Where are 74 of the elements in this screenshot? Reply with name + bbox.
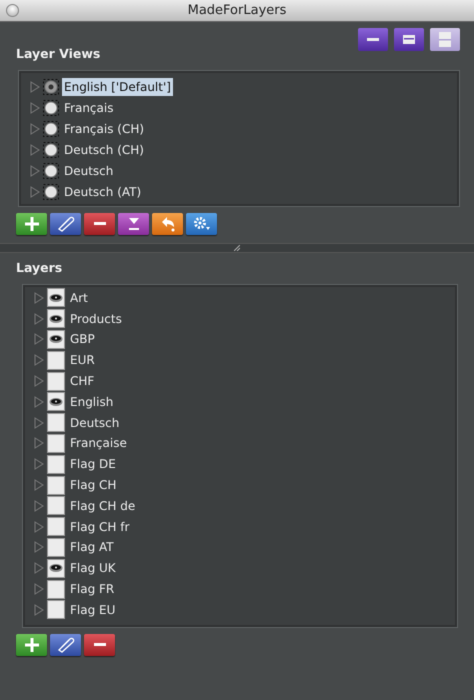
layer-name[interactable]: EUR	[68, 351, 97, 370]
restore-button[interactable]	[394, 28, 424, 51]
visibility-toggle[interactable]	[47, 392, 65, 412]
layer-name[interactable]: Flag FR	[68, 580, 116, 598]
radio-button[interactable]	[43, 121, 59, 138]
view-name[interactable]: English ['Default']	[62, 78, 173, 96]
view-name[interactable]: Deutsch	[62, 162, 116, 180]
layer-name[interactable]: Deutsch	[68, 414, 122, 432]
resize-handle-icon[interactable]	[234, 244, 240, 251]
section-title: Layer Views	[16, 45, 102, 63]
remove-button[interactable]	[84, 212, 115, 235]
expand-panel-icon	[439, 32, 451, 47]
remove-button[interactable]	[84, 634, 115, 656]
layer-name[interactable]: Française	[68, 434, 129, 452]
layer-name[interactable]: English	[68, 392, 116, 411]
layer-name[interactable]: Products	[68, 310, 124, 328]
pencil-icon	[56, 636, 74, 654]
eye-icon	[49, 396, 63, 407]
view-name[interactable]: Français (CH)	[62, 120, 146, 138]
visibility-toggle[interactable]	[47, 434, 65, 453]
visibility-toggle[interactable]	[47, 288, 65, 308]
minus-icon	[92, 222, 106, 226]
visibility-toggle[interactable]	[47, 558, 65, 578]
settings-button[interactable]	[186, 212, 217, 235]
layer-name[interactable]: Flag AT	[68, 538, 116, 556]
visibility-toggle[interactable]	[47, 413, 65, 432]
window-title: MadeForLayers	[188, 3, 286, 18]
visibility-toggle[interactable]	[47, 330, 65, 349]
visibility-toggle[interactable]	[47, 454, 65, 474]
visibility-toggle[interactable]	[47, 580, 65, 599]
edit-button[interactable]	[50, 212, 81, 235]
add-button[interactable]	[16, 634, 47, 656]
visibility-toggle[interactable]	[47, 476, 65, 495]
layer-name[interactable]: CHF	[68, 372, 96, 390]
visibility-toggle[interactable]	[47, 517, 65, 536]
layer-name[interactable]: Flag CH de	[68, 496, 138, 515]
view-name[interactable]: Deutsch (AT)	[62, 183, 144, 202]
visibility-toggle[interactable]	[47, 600, 65, 620]
visibility-toggle[interactable]	[47, 372, 65, 391]
layer-name[interactable]: Flag CH fr	[68, 518, 132, 536]
plus-icon	[22, 214, 40, 233]
radio-button[interactable]	[43, 142, 59, 158]
add-button[interactable]	[16, 212, 47, 235]
minus-icon	[92, 643, 106, 646]
eye-icon	[49, 334, 63, 344]
layer-name[interactable]: Art	[68, 288, 90, 307]
eye-icon	[49, 292, 63, 303]
window-button[interactable]	[6, 4, 19, 17]
layer-name[interactable]: Flag EU	[68, 600, 118, 619]
eye-icon	[49, 314, 63, 324]
collapse-bar-icon	[367, 38, 379, 41]
restore-panel-icon	[403, 35, 415, 44]
radio-button[interactable]	[43, 184, 59, 200]
layer-name[interactable]: GBP	[68, 330, 97, 348]
plus-icon	[22, 636, 40, 654]
radio-button[interactable]	[43, 100, 59, 116]
layer-name[interactable]: Flag CH	[68, 476, 118, 494]
visibility-toggle[interactable]	[47, 309, 65, 328]
eye-icon	[49, 563, 63, 574]
revert-button[interactable]	[152, 212, 183, 235]
view-name[interactable]: Français	[62, 99, 116, 118]
layer-name[interactable]: Flag UK	[68, 559, 118, 578]
section-title: Layers	[16, 258, 64, 277]
visibility-toggle[interactable]	[47, 538, 65, 557]
edit-button[interactable]	[50, 634, 81, 656]
merge-button[interactable]	[118, 212, 149, 235]
pencil-icon	[56, 214, 74, 233]
radio-button[interactable]	[43, 163, 59, 180]
visibility-toggle[interactable]	[47, 496, 65, 516]
layer-name[interactable]: Flag DE	[68, 455, 118, 474]
collapse-button[interactable]	[358, 28, 388, 51]
view-name[interactable]: Deutsch (CH)	[62, 141, 146, 160]
visibility-toggle[interactable]	[47, 350, 65, 370]
radio-button[interactable]	[43, 79, 59, 96]
